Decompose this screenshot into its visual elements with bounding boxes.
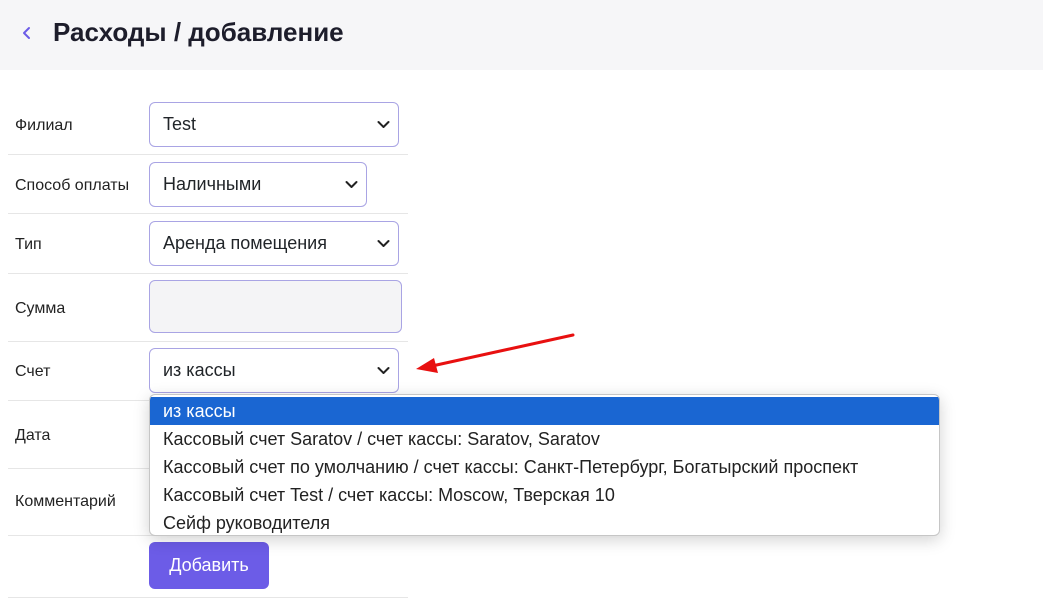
type-label: Тип <box>15 236 42 253</box>
account-option[interactable]: Кассовый счет Test / счет кассы: Moscow,… <box>150 481 939 509</box>
payment-method-select-value: Наличными <box>163 174 262 194</box>
account-option[interactable]: Кассовый счет по умолчанию / счет кассы:… <box>150 453 939 481</box>
account-select-value: из кассы <box>163 360 236 380</box>
row-divider <box>8 273 408 274</box>
amount-label: Сумма <box>15 300 66 317</box>
chevron-down-icon <box>368 120 398 129</box>
row-divider <box>8 341 408 342</box>
payment-method-select[interactable]: Наличными <box>149 162 367 207</box>
account-select[interactable]: из кассы <box>149 348 399 393</box>
add-button[interactable]: Добавить <box>149 542 269 589</box>
type-select-value: Аренда помещения <box>163 233 327 253</box>
account-dropdown-list: из кассы Кассовый счет Saratov / счет ка… <box>149 394 940 536</box>
chevron-down-icon <box>368 239 398 248</box>
page-header: Расходы / добавление <box>0 0 1043 70</box>
payment-method-label: Способ оплаты <box>15 177 130 194</box>
page-title: Расходы / добавление <box>53 17 344 47</box>
chevron-left-icon <box>23 27 30 39</box>
red-arrow-icon <box>416 333 575 373</box>
row-divider <box>8 213 408 214</box>
type-select[interactable]: Аренда помещения <box>149 221 399 266</box>
date-label: Дата <box>15 427 51 444</box>
amount-input[interactable] <box>149 280 402 333</box>
account-option[interactable]: Кассовый счет Saratov / счет кассы: Sara… <box>150 425 939 453</box>
branch-select-value: Test <box>163 114 197 134</box>
account-label: Счет <box>15 363 51 380</box>
chevron-down-icon <box>336 180 366 189</box>
branch-select[interactable]: Test <box>149 102 399 147</box>
row-divider <box>8 154 408 155</box>
comment-label: Комментарий <box>15 493 116 510</box>
back-button[interactable] <box>16 22 38 44</box>
account-option[interactable]: Сейф руководителя <box>150 509 939 535</box>
branch-label: Филиал <box>15 117 73 134</box>
account-option[interactable]: из кассы <box>150 397 939 425</box>
chevron-down-icon <box>368 366 398 375</box>
row-divider <box>8 597 408 598</box>
